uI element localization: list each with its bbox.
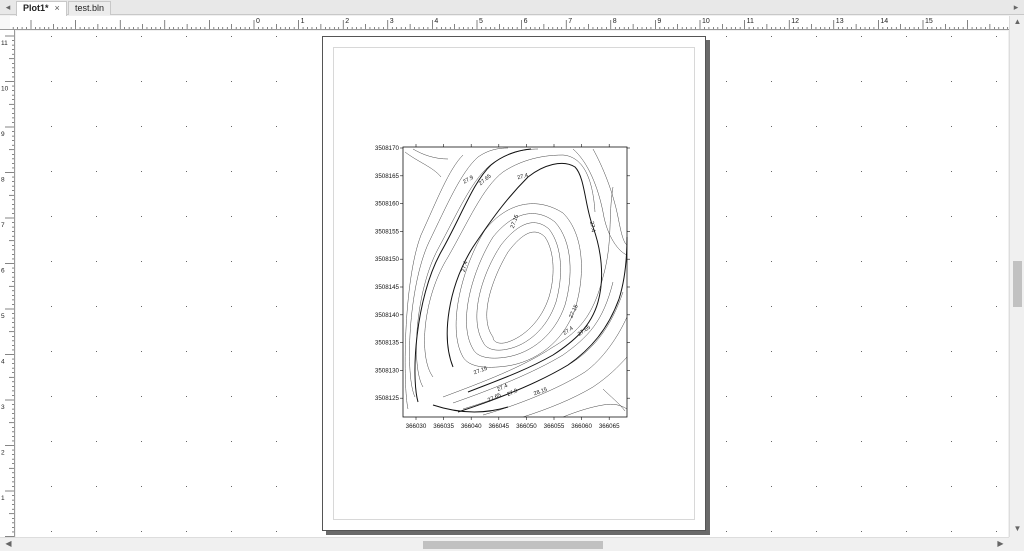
- x-axis: 366030 366035 366040 366045 366050 366055 3660…: [406, 144, 620, 430]
- contour-label: 27.9: [506, 388, 518, 398]
- y-tick-label: 3508165: [375, 173, 400, 180]
- ruler-label: 5: [1, 313, 5, 320]
- close-icon[interactable]: ×: [55, 3, 60, 13]
- ruler-label: 0: [256, 18, 260, 25]
- vertical-scrollbar[interactable]: ▲ ▼: [1009, 16, 1024, 537]
- y-tick-label: 3508125: [375, 395, 400, 402]
- ruler-label: 2: [1, 450, 5, 457]
- horizontal-scroll-thumb[interactable]: [423, 541, 603, 549]
- ruler-label: 1: [301, 18, 305, 25]
- contour-label: 28.15: [533, 387, 548, 397]
- x-tick-label: 366030: [406, 423, 427, 430]
- x-tick-label: 366045: [488, 423, 509, 430]
- contour-label: 27.65: [487, 392, 502, 403]
- ruler-label: 6: [524, 18, 528, 25]
- ruler-label: 7: [1, 222, 5, 229]
- plot-canvas[interactable]: 27.9 27.65 27.4 27.15 27.4 27.4 27.15 27.4 27.65…: [16, 31, 1008, 537]
- y-tick-label: 3508140: [375, 312, 400, 319]
- contour-label: 27.15: [510, 214, 520, 229]
- ruler-label: 6: [1, 268, 5, 275]
- ruler-label: 8: [613, 18, 617, 25]
- ruler-label: 7: [568, 18, 572, 25]
- tab-plot1[interactable]: Plot1* ×: [16, 1, 67, 16]
- vertical-ruler[interactable]: 11 10 9 8 7 6 5 4 3 2 1: [0, 30, 15, 537]
- page[interactable]: 27.9 27.65 27.4 27.15 27.4 27.4 27.15 27.4 27.65…: [322, 36, 706, 531]
- tab-scroll-right-icon[interactable]: ▸: [1010, 0, 1022, 14]
- contour-label: 27.9: [462, 175, 474, 186]
- map-frame: [402, 146, 628, 418]
- contour-map[interactable]: 27.9 27.65 27.427.1527.427.427.1527.4 27.65…: [323, 37, 707, 532]
- x-tick-label: 366050: [516, 423, 537, 430]
- y-tick-label: 3508145: [375, 284, 400, 291]
- ruler-label: 5: [479, 18, 483, 25]
- contour-label: 27.4: [588, 221, 596, 233]
- x-tick-label: 366065: [599, 423, 620, 430]
- ruler-label: 11: [747, 18, 754, 25]
- y-tick-label: 3508150: [375, 256, 400, 263]
- ruler-label: 2: [345, 18, 349, 25]
- ruler-label: 10: [1, 86, 9, 93]
- ruler-label: 12: [791, 18, 799, 25]
- horizontal-ruler[interactable]: 0 1 2 3 4 5 6 7 8 9 10 11 12 13 14 15: [10, 16, 1014, 30]
- size-grip: [1009, 537, 1024, 551]
- x-tick-label: 366060: [571, 423, 592, 430]
- y-tick-label: 3508170: [375, 145, 400, 152]
- ruler-label: 10: [702, 18, 710, 25]
- y-tick-label: 3508135: [375, 340, 400, 347]
- x-tick-label: 366035: [433, 423, 454, 430]
- ruler-label: 3: [390, 18, 394, 25]
- contour-label: 27.4: [517, 173, 529, 182]
- app-window: ◂ Plot1* × test.bln ▸ 0 1 2 3 4 5 6 7 8 9 10 11 12 13 1…: [0, 0, 1024, 551]
- contour-label: 27.4: [562, 326, 574, 337]
- contour-lines: [404, 147, 628, 418]
- ruler-label: 8: [1, 177, 5, 184]
- y-tick-label: 3508160: [375, 201, 400, 208]
- x-tick-label: 366040: [461, 423, 482, 430]
- y-axis: 3508170 3508165 3508160 3508155 3508150 35081…: [375, 145, 630, 402]
- ruler-label: 4: [1, 359, 5, 366]
- ruler-label: 1: [1, 495, 5, 502]
- ruler-label: 14: [880, 18, 888, 25]
- horizontal-scrollbar[interactable]: ◀ ▶: [0, 537, 1009, 551]
- tab-test-bln-label: test.bln: [75, 3, 105, 13]
- ruler-label: 9: [657, 18, 661, 25]
- ruler-label: 11: [1, 40, 8, 47]
- vertical-scroll-thumb[interactable]: [1013, 261, 1022, 307]
- ruler-label: 13: [836, 18, 844, 25]
- contour-label: 27.15: [568, 304, 579, 319]
- scroll-right-icon[interactable]: ▶: [993, 539, 1008, 548]
- ruler-label: 9: [1, 131, 5, 138]
- scroll-down-icon[interactable]: ▼: [1010, 524, 1024, 533]
- tab-scroll-left-icon[interactable]: ◂: [2, 0, 14, 14]
- scroll-up-icon[interactable]: ▲: [1010, 17, 1024, 26]
- scroll-left-icon[interactable]: ◀: [1, 539, 16, 548]
- tab-test-bln[interactable]: test.bln: [68, 1, 112, 15]
- ruler-label: 3: [1, 404, 5, 411]
- y-tick-label: 3508130: [375, 367, 400, 374]
- tab-plot1-label: Plot1*: [23, 3, 49, 13]
- contour-label: 27.4: [461, 261, 470, 273]
- major-contour-lines: [414, 148, 628, 413]
- ruler-label: 15: [925, 18, 933, 25]
- contour-label: 27.15: [473, 366, 488, 376]
- x-tick-label: 366055: [544, 423, 565, 430]
- y-tick-label: 3508155: [375, 228, 400, 235]
- document-tab-bar: ◂ Plot1* × test.bln ▸: [0, 0, 1024, 16]
- ruler-label: 4: [434, 18, 438, 25]
